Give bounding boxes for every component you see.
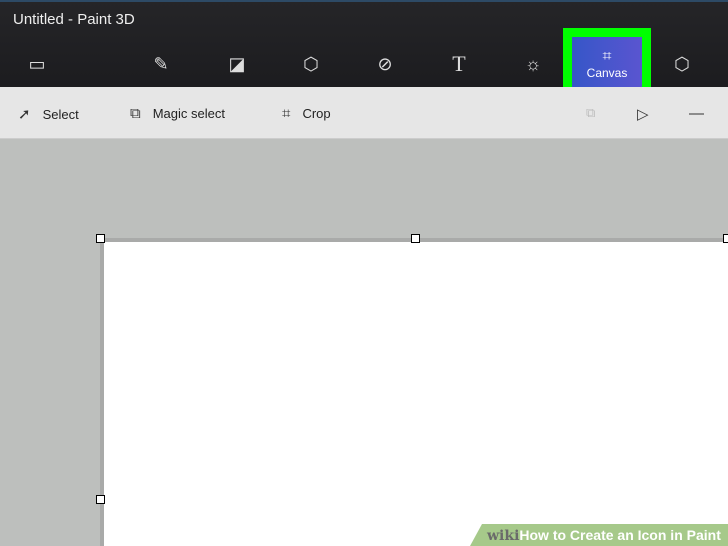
canvas-label: Canvas xyxy=(586,66,628,80)
3d-view-button[interactable]: ⧉ xyxy=(586,105,595,121)
3d-view-icon: ⧉ xyxy=(586,105,596,120)
resize-handle[interactable] xyxy=(411,234,420,243)
select-button[interactable]: ➚ Select xyxy=(18,105,79,123)
folder-icon: ▭ xyxy=(28,53,46,74)
perspective-icon: ▷ xyxy=(637,106,649,123)
effects-button[interactable]: ☼ xyxy=(513,42,553,86)
3d-library-icon: ⬡ xyxy=(674,53,690,74)
drawing-canvas[interactable] xyxy=(100,238,728,546)
window-title: Untitled - Paint 3D xyxy=(13,11,135,28)
2d-shapes-button[interactable]: ◪ xyxy=(217,42,257,86)
sticker-icon: ⊘ xyxy=(377,53,393,74)
resize-handle[interactable] xyxy=(96,495,105,504)
3d-shapes-button[interactable]: ⬡ xyxy=(291,42,331,86)
magic-select-label: Magic select xyxy=(152,106,225,121)
minus-icon: — xyxy=(689,105,704,122)
mixed-reality-button[interactable]: ⬡ xyxy=(662,42,702,86)
canvas-toolbar: ➚ Select ⧉ Magic select ⌗ Crop ⧉ ▷ — xyxy=(0,87,728,139)
text-icon: T xyxy=(452,51,466,76)
resize-handle[interactable] xyxy=(96,234,105,243)
resize-handle[interactable] xyxy=(723,234,728,243)
title-bar-and-toolbar: Untitled - Paint 3D ▭ ✎ ◪ ⬡ ⊘ T ☼ ⌗ Canva… xyxy=(0,0,728,100)
crop-icon: ⌗ xyxy=(282,105,291,122)
wikihow-watermark: wikiHow to Create an Icon in Paint xyxy=(470,524,728,546)
select-label: Select xyxy=(42,106,79,122)
menu-button[interactable]: ▭ xyxy=(17,42,57,86)
shapes-icon: ◪ xyxy=(228,53,246,74)
brushes-button[interactable]: ✎ xyxy=(141,42,181,86)
sun-icon: ☼ xyxy=(524,53,542,74)
zoom-out-button[interactable]: — xyxy=(689,105,704,122)
text-button[interactable]: T xyxy=(439,42,479,86)
crop-label: Crop xyxy=(302,106,331,121)
perspective-button[interactable]: ▷ xyxy=(637,105,649,123)
watermark-brand: wiki xyxy=(487,528,520,544)
cube-icon: ⬡ xyxy=(303,53,319,74)
brush-icon: ✎ xyxy=(153,53,169,74)
canvas-icon: ⌗ xyxy=(602,48,612,65)
stickers-button[interactable]: ⊘ xyxy=(365,42,405,86)
crop-button[interactable]: ⌗ Crop xyxy=(282,105,331,122)
watermark-text: How to Create an Icon in Paint xyxy=(519,527,721,543)
cursor-icon: ➚ xyxy=(18,106,31,123)
magic-select-button[interactable]: ⧉ Magic select xyxy=(130,105,225,122)
magic-select-icon: ⧉ xyxy=(130,105,141,122)
